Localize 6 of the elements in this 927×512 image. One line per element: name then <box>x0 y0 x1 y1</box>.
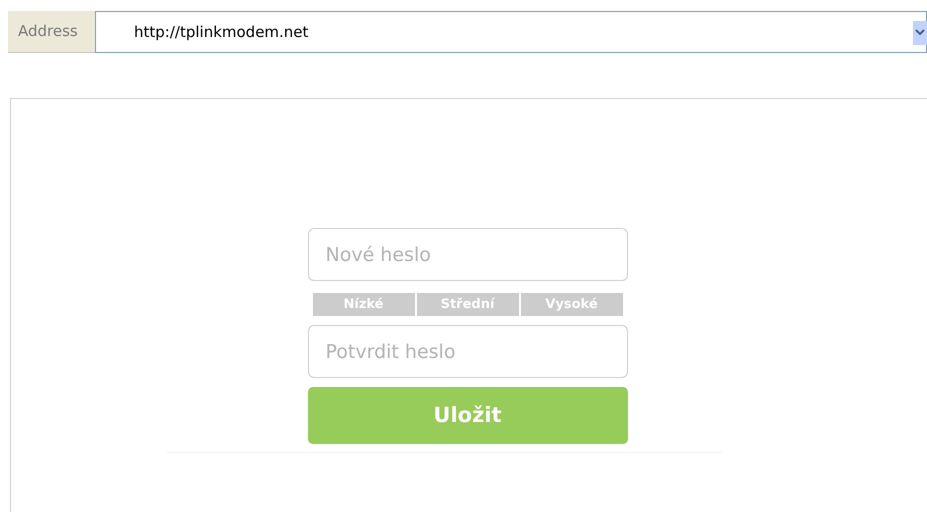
dropdown-button[interactable] <box>913 21 927 45</box>
address-field[interactable]: http://tplinkmodem.net <box>95 11 927 53</box>
address-label: Address <box>8 11 95 53</box>
new-password-field[interactable]: Nové heslo <box>308 228 628 281</box>
confirm-password-field[interactable]: Potvrdit heslo <box>308 325 628 378</box>
chevron-icon <box>915 29 925 37</box>
